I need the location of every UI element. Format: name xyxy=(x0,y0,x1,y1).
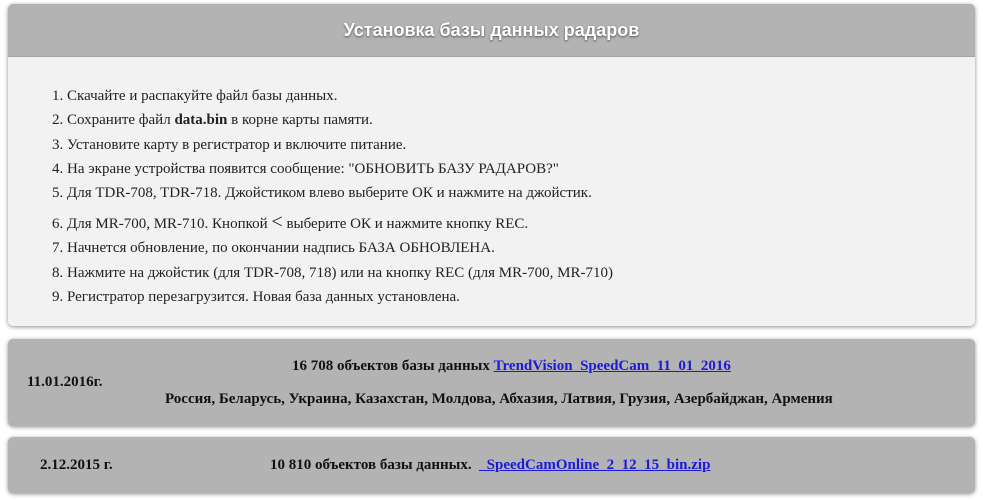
step-item: 6. Для MR-700, MR-710. Кнопкой < выберит… xyxy=(52,205,613,236)
step-item: 2. Сохраните файл data.bin в корне карты… xyxy=(52,108,613,132)
step-item: 8. Нажмите на джойстик (для TDR-708, 718… xyxy=(52,261,613,285)
install-steps-list: 1. Скачайте и распакуйте файл базы данны… xyxy=(52,84,613,309)
database-countries: Россия, Беларусь, Украина, Казахстан, Мо… xyxy=(165,391,833,407)
step-number: 7. xyxy=(52,240,64,257)
step-text: Для MR-700, MR-710. Кнопкой xyxy=(67,216,272,233)
step-item: 1. Скачайте и распакуйте файл базы данны… xyxy=(52,84,613,108)
database-entry-2015: 2.12.2015 г. 10 810 объектов базы данных… xyxy=(8,437,975,493)
page-title: Установка базы данных радаров xyxy=(343,19,640,40)
step-text: Начнется обновление, по окончании надпис… xyxy=(67,240,495,257)
database-download-link[interactable]: TrendVision_SpeedCam_11_01_2016 xyxy=(494,358,731,374)
database-date: 2.12.2015 г. xyxy=(40,457,113,473)
step-number: 9. xyxy=(52,289,64,306)
step-item: 4. На экране устройства появится сообщен… xyxy=(52,157,613,181)
database-count-line: 16 708 объектов базы данных TrendVision_… xyxy=(292,358,731,375)
step-text: Установите карту в регистратор и включит… xyxy=(67,136,407,153)
step-number: 6. xyxy=(52,216,64,233)
step-number: 2. xyxy=(52,112,64,129)
step-number: 1. xyxy=(52,88,64,104)
panel-header: Установка базы данных радаров xyxy=(8,4,975,57)
step-item: 7. Начнется обновление, по окончании над… xyxy=(52,236,613,260)
database-count: 10 810 объектов базы данных. xyxy=(270,457,480,473)
left-arrow-icon: < xyxy=(271,211,283,234)
step-text: Для TDR-708, TDR-718. Джойстиком влево в… xyxy=(67,185,592,202)
step-number: 3. xyxy=(52,136,64,153)
step-text: Скачайте и распакуйте файл базы данных. xyxy=(67,88,338,104)
step-item: 5. Для TDR-708, TDR-718. Джойстиком влев… xyxy=(52,181,613,205)
step-text: Нажмите на джойстик (для TDR-708, 718) и… xyxy=(67,264,613,281)
step-number: 4. xyxy=(52,160,64,177)
database-count: 16 708 объектов базы данных xyxy=(292,358,494,374)
step-text: выберите ОК и нажмите кнопку REC. xyxy=(282,216,529,233)
step-number: 5. xyxy=(52,185,64,202)
step-number: 8. xyxy=(52,264,64,281)
step-text: Регистратор перезагрузится. Новая база д… xyxy=(67,289,460,306)
step-text: Сохраните файл xyxy=(67,112,175,129)
database-date: 11.01.2016г. xyxy=(27,374,103,390)
filename-text: data.bin xyxy=(174,112,228,129)
database-download-link[interactable]: _SpeedCamOnline_2_12_15_bin.zip xyxy=(479,457,710,473)
step-text: На экране устройства появится сообщение:… xyxy=(67,160,559,177)
database-count-line: 10 810 объектов базы данных. _SpeedCamOn… xyxy=(270,457,710,474)
step-item: 9. Регистратор перезагрузится. Новая баз… xyxy=(52,285,613,309)
database-entry-2016: 11.01.2016г. 16 708 объектов базы данных… xyxy=(8,339,975,426)
step-item: 3. Установите карту в регистратор и вклю… xyxy=(52,133,613,157)
step-text: в корне карты памяти. xyxy=(227,112,373,129)
install-instructions-panel: Установка базы данных радаров 1. Скачайт… xyxy=(8,4,975,326)
